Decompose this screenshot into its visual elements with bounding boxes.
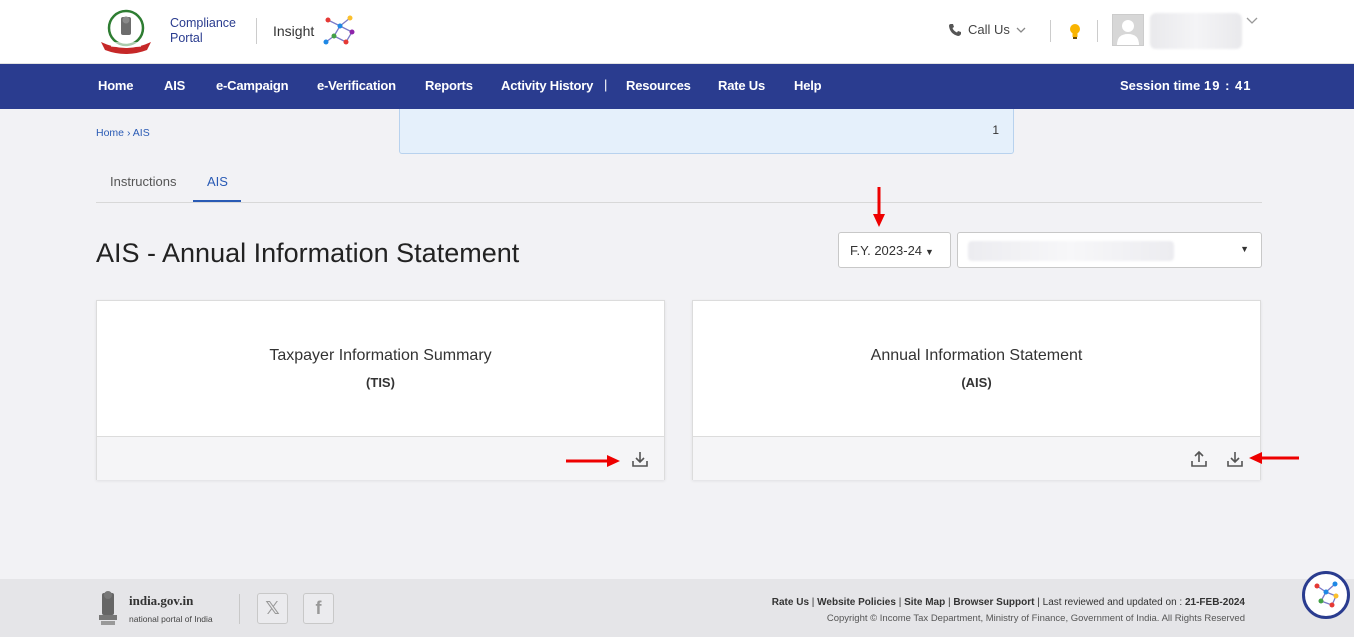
nav-help[interactable]: Help	[794, 78, 822, 93]
footer-link-browser-support[interactable]: Browser Support	[953, 597, 1034, 608]
tab-ais[interactable]: AIS	[207, 174, 228, 189]
pan-select-value-redacted	[968, 241, 1174, 261]
main-nav: Home AIS e-Campaign e-Verification Repor…	[0, 64, 1354, 109]
footer-links: Rate Us | Website Policies | Site Map | …	[771, 597, 1245, 608]
user-avatar-icon	[1117, 20, 1139, 45]
x-twitter-icon[interactable]: 𝕏	[257, 593, 288, 624]
nav-resources[interactable]: Resources	[626, 78, 691, 93]
breadcrumb-home[interactable]: Home	[96, 127, 124, 139]
brand-name[interactable]: Compliance Portal	[170, 16, 236, 46]
notice-banner[interactable]: 1	[399, 109, 1014, 154]
brand-divider	[256, 18, 257, 44]
avatar[interactable]	[1112, 14, 1144, 46]
brand-line2: Portal	[170, 31, 203, 45]
page-title: AIS - Annual Information Statement	[96, 238, 520, 268]
facebook-icon[interactable]: f	[303, 593, 334, 624]
card-footer	[693, 436, 1260, 480]
lightbulb-icon[interactable]	[1066, 21, 1084, 41]
tab-instructions[interactable]: Instructions	[110, 174, 176, 189]
annotation-arrow-right	[566, 455, 620, 467]
nav-ais[interactable]: AIS	[164, 78, 185, 93]
top-header: Compliance Portal Insight Call Us	[0, 0, 1354, 64]
header-divider	[1097, 20, 1098, 42]
session-time-value: 19 : 41	[1204, 78, 1252, 93]
insight-label: Insight	[273, 23, 315, 39]
call-us-label: Call Us	[968, 22, 1010, 37]
breadcrumb-separator: ›	[126, 127, 131, 139]
last-reviewed-label: Last reviewed and updated on :	[1042, 597, 1183, 608]
caret-down-icon: ▼	[1240, 244, 1249, 254]
income-tax-emblem-icon[interactable]	[97, 8, 155, 54]
tis-card: Taxpayer Information Summary (TIS)	[96, 300, 665, 480]
ais-card: Annual Information Statement (AIS)	[692, 300, 1261, 480]
fy-select[interactable]: F.Y. 2023-24 ▼	[838, 232, 951, 268]
breadcrumb: Home › AIS	[96, 127, 150, 139]
nav-e-verification[interactable]: e-Verification	[317, 78, 396, 93]
phone-icon	[949, 23, 961, 36]
card-title: Taxpayer Information Summary	[269, 347, 492, 364]
annotation-arrow-left	[1249, 452, 1299, 464]
chevron-down-icon	[1016, 27, 1026, 33]
last-reviewed-date: 21-FEB-2024	[1184, 597, 1245, 608]
tab-active-indicator	[193, 200, 241, 202]
call-us-menu[interactable]: Call Us	[948, 22, 1026, 37]
nav-rate-us[interactable]: Rate Us	[718, 78, 765, 93]
nav-e-campaign[interactable]: e-Campaign	[216, 78, 289, 93]
insight-logo-icon	[323, 15, 355, 45]
caret-down-icon: ▼	[925, 247, 934, 257]
nav-separator: |	[604, 77, 608, 92]
header-divider	[1050, 20, 1051, 42]
gov-portal-subtitle: national portal of India	[129, 614, 213, 624]
card-body: Annual Information Statement (AIS)	[693, 301, 1260, 436]
upload-icon[interactable]	[1189, 449, 1209, 469]
nav-activity-history[interactable]: Activity History	[501, 78, 593, 93]
chevron-down-icon[interactable]	[1246, 17, 1258, 25]
footer-link-site-map[interactable]: Site Map	[904, 597, 945, 608]
card-subtitle: (TIS)	[366, 375, 395, 390]
download-icon[interactable]	[1225, 449, 1245, 469]
footer-divider	[239, 594, 240, 624]
nav-reports[interactable]: Reports	[425, 78, 473, 93]
pan-select[interactable]: ▼	[957, 232, 1262, 268]
card-body: Taxpayer Information Summary (TIS)	[97, 301, 664, 436]
footer: india.gov.in national portal of India 𝕏 …	[0, 579, 1354, 637]
card-title: Annual Information Statement	[870, 347, 1083, 364]
session-time-label: Session time	[1120, 78, 1201, 93]
breadcrumb-current: AIS	[132, 127, 150, 139]
download-icon[interactable]	[630, 449, 650, 469]
footer-link-rate-us[interactable]: Rate Us	[772, 597, 809, 608]
gov-portal-name[interactable]: india.gov.in	[129, 593, 193, 609]
notice-count: 1	[992, 123, 999, 137]
national-emblem-icon	[99, 591, 117, 625]
user-name-redacted[interactable]	[1150, 13, 1242, 49]
chatbot-button[interactable]	[1302, 571, 1350, 619]
copyright-text: Copyright © Income Tax Department, Minis…	[826, 613, 1245, 624]
footer-link-website-policies[interactable]: Website Policies	[817, 597, 896, 608]
brand-line1: Compliance	[170, 16, 237, 30]
nav-home[interactable]: Home	[98, 78, 134, 93]
tab-bar: Instructions AIS	[96, 160, 1262, 203]
card-subtitle: (AIS)	[961, 375, 992, 390]
chatbot-icon	[1314, 581, 1339, 608]
fy-select-value: F.Y. 2023-24	[850, 243, 923, 258]
annotation-arrow-down	[873, 187, 885, 227]
